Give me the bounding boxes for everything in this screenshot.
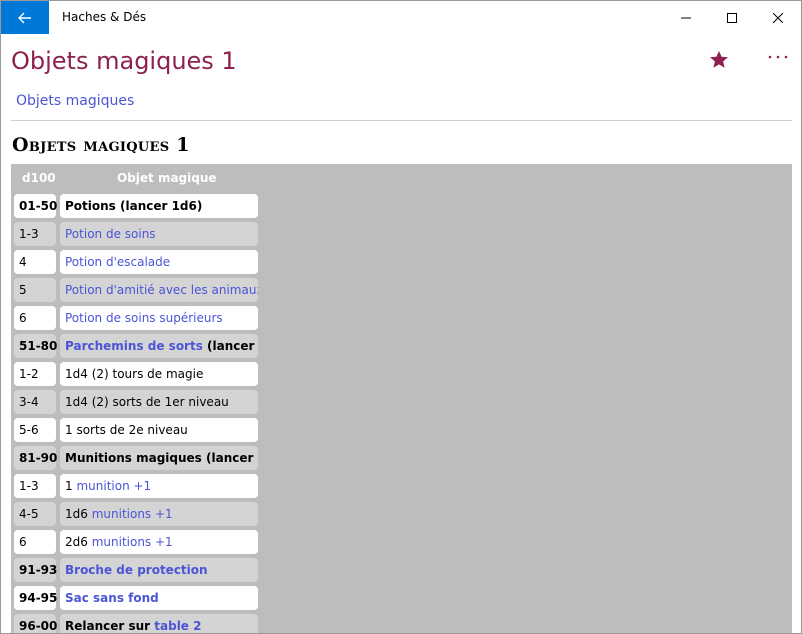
roll-cell: 1-3 — [14, 222, 56, 246]
app-title: Haches & Dés — [62, 10, 147, 24]
item-link[interactable]: munition +1 — [76, 479, 151, 493]
item-link[interactable]: munitions +1 — [92, 507, 173, 521]
roll-cell: 5 — [14, 278, 56, 302]
maximize-button[interactable] — [709, 1, 755, 34]
breadcrumb-link[interactable]: Objets magiques — [16, 93, 134, 109]
more-dots-icon — [768, 55, 788, 59]
maximize-icon — [727, 12, 737, 23]
item-cell: 1 munition +1 — [60, 474, 258, 498]
roll-cell: 96-00 — [14, 614, 57, 633]
table-row: 3-4 1d4 (2) sorts de 1er niveau — [11, 390, 271, 414]
item-cell: Parchemins de sorts (lancer 1d6) — [60, 334, 258, 358]
item-cell: Broche de protection — [60, 558, 258, 582]
item-cell: 1d4 (2) sorts de 1er niveau — [60, 390, 258, 414]
item-text: 1d4 (2) sorts de 1er niveau — [65, 395, 229, 409]
item-link[interactable]: Sac sans fond — [65, 591, 159, 605]
table-row: 4-5 1d6 munitions +1 — [11, 502, 271, 526]
item-text: 1 sorts de 2e niveau — [65, 423, 188, 437]
item-text: Munitions magiques (lancer 1D6) — [65, 451, 258, 465]
item-cell: 1d4 (2) tours de magie — [60, 362, 258, 386]
item-cell: Potions (lancer 1d6) — [60, 194, 258, 218]
table-row: 5-6 1 sorts de 2e niveau — [11, 418, 271, 442]
table-row: 94-95 Sac sans fond — [11, 586, 271, 610]
item-text: (lancer 1d6) — [207, 339, 258, 353]
star-icon — [710, 50, 728, 68]
item-text: 1d4 (2) tours de magie — [65, 367, 204, 381]
column-header-item: Objet magique — [117, 171, 217, 185]
roll-cell: 4-5 — [14, 502, 56, 526]
item-text: 1 — [65, 479, 77, 493]
roll-cell: 1-3 — [14, 474, 56, 498]
roll-cell: 1-2 — [14, 362, 56, 386]
table-row: 91-93 Broche de protection — [11, 558, 271, 582]
back-arrow-icon — [18, 12, 31, 23]
item-link[interactable]: Potion de soins supérieurs — [65, 311, 223, 325]
item-link[interactable]: Broche de protection — [65, 563, 208, 577]
back-button[interactable] — [1, 1, 49, 34]
item-text: 2d6 — [65, 535, 92, 549]
item-cell: 1d6 munitions +1 — [60, 502, 258, 526]
table-row: 6 2d6 munitions +1 — [11, 530, 271, 554]
item-text: Potions (lancer 1d6) — [65, 199, 203, 213]
roll-cell: 6 — [14, 530, 56, 554]
column-header-d100: d100 — [22, 171, 56, 185]
title-bar: Haches & Dés — [1, 1, 801, 34]
item-link[interactable]: Potion d'amitié avec les animaux — [65, 283, 258, 297]
roll-cell: 4 — [14, 250, 56, 274]
item-cell: Potion d'escalade — [60, 250, 258, 274]
favorite-button[interactable] — [707, 47, 731, 71]
item-cell: 1 sorts de 2e niveau — [60, 418, 258, 442]
item-cell: Munitions magiques (lancer 1D6) — [60, 446, 258, 470]
item-link[interactable]: table 2 — [154, 619, 201, 633]
roll-cell: 94-95 — [14, 586, 57, 610]
roll-cell: 01-50 — [14, 194, 57, 218]
divider — [11, 120, 792, 121]
minimize-icon — [681, 17, 691, 18]
table-row: 1-3 Potion de soins — [11, 222, 271, 246]
item-cell: Potion d'amitié avec les animaux — [60, 278, 258, 302]
roll-cell: 91-93 — [14, 558, 57, 582]
close-icon — [773, 12, 783, 23]
roll-cell: 81-90 — [14, 446, 57, 470]
item-cell: 2d6 munitions +1 — [60, 530, 258, 554]
magic-items-table: d100 Objet magique 01-50 Potions (lancer … — [11, 164, 792, 633]
table-row: 5 Potion d'amitié avec les animaux — [11, 278, 271, 302]
page-header: Objets magiques 1 — [1, 34, 801, 86]
page-title: Objets magiques 1 — [11, 47, 237, 75]
table-row: 1-3 1 munition +1 — [11, 474, 271, 498]
table-row: 4 Potion d'escalade — [11, 250, 271, 274]
item-cell: Relancer sur table 2 — [60, 614, 258, 633]
app-window: Haches & Dés Objets magiques 1 Objets ma… — [0, 0, 802, 634]
item-text: Relancer sur — [65, 619, 155, 633]
section-title: Objets magiques 1 — [12, 134, 190, 156]
item-cell: Potion de soins supérieurs — [60, 306, 258, 330]
roll-cell: 51-80 — [14, 334, 57, 358]
item-link[interactable]: Potion de soins — [65, 227, 156, 241]
table-row: 6 Potion de soins supérieurs — [11, 306, 271, 330]
roll-cell: 6 — [14, 306, 56, 330]
table-row: 01-50 Potions (lancer 1d6) — [11, 194, 271, 218]
table-row: 51-80Parchemins de sorts (lancer 1d6) — [11, 334, 271, 358]
item-link[interactable]: Parchemins de sorts — [65, 339, 203, 353]
item-link[interactable]: munitions +1 — [92, 535, 173, 549]
more-options-button[interactable] — [764, 45, 792, 69]
close-button[interactable] — [755, 1, 801, 34]
item-cell: Sac sans fond — [60, 586, 258, 610]
table-row: 96-00 Relancer sur table 2 — [11, 614, 271, 633]
roll-cell: 3-4 — [14, 390, 56, 414]
table-row: 1-2 1d4 (2) tours de magie — [11, 362, 271, 386]
item-text: 1d6 — [65, 507, 92, 521]
table-row: 81-90 Munitions magiques (lancer 1D6) — [11, 446, 271, 470]
roll-cell: 5-6 — [14, 418, 56, 442]
item-link[interactable]: Potion d'escalade — [65, 255, 170, 269]
table-header: d100 Objet magique — [11, 164, 792, 192]
minimize-button[interactable] — [663, 1, 709, 34]
item-cell: Potion de soins — [60, 222, 258, 246]
